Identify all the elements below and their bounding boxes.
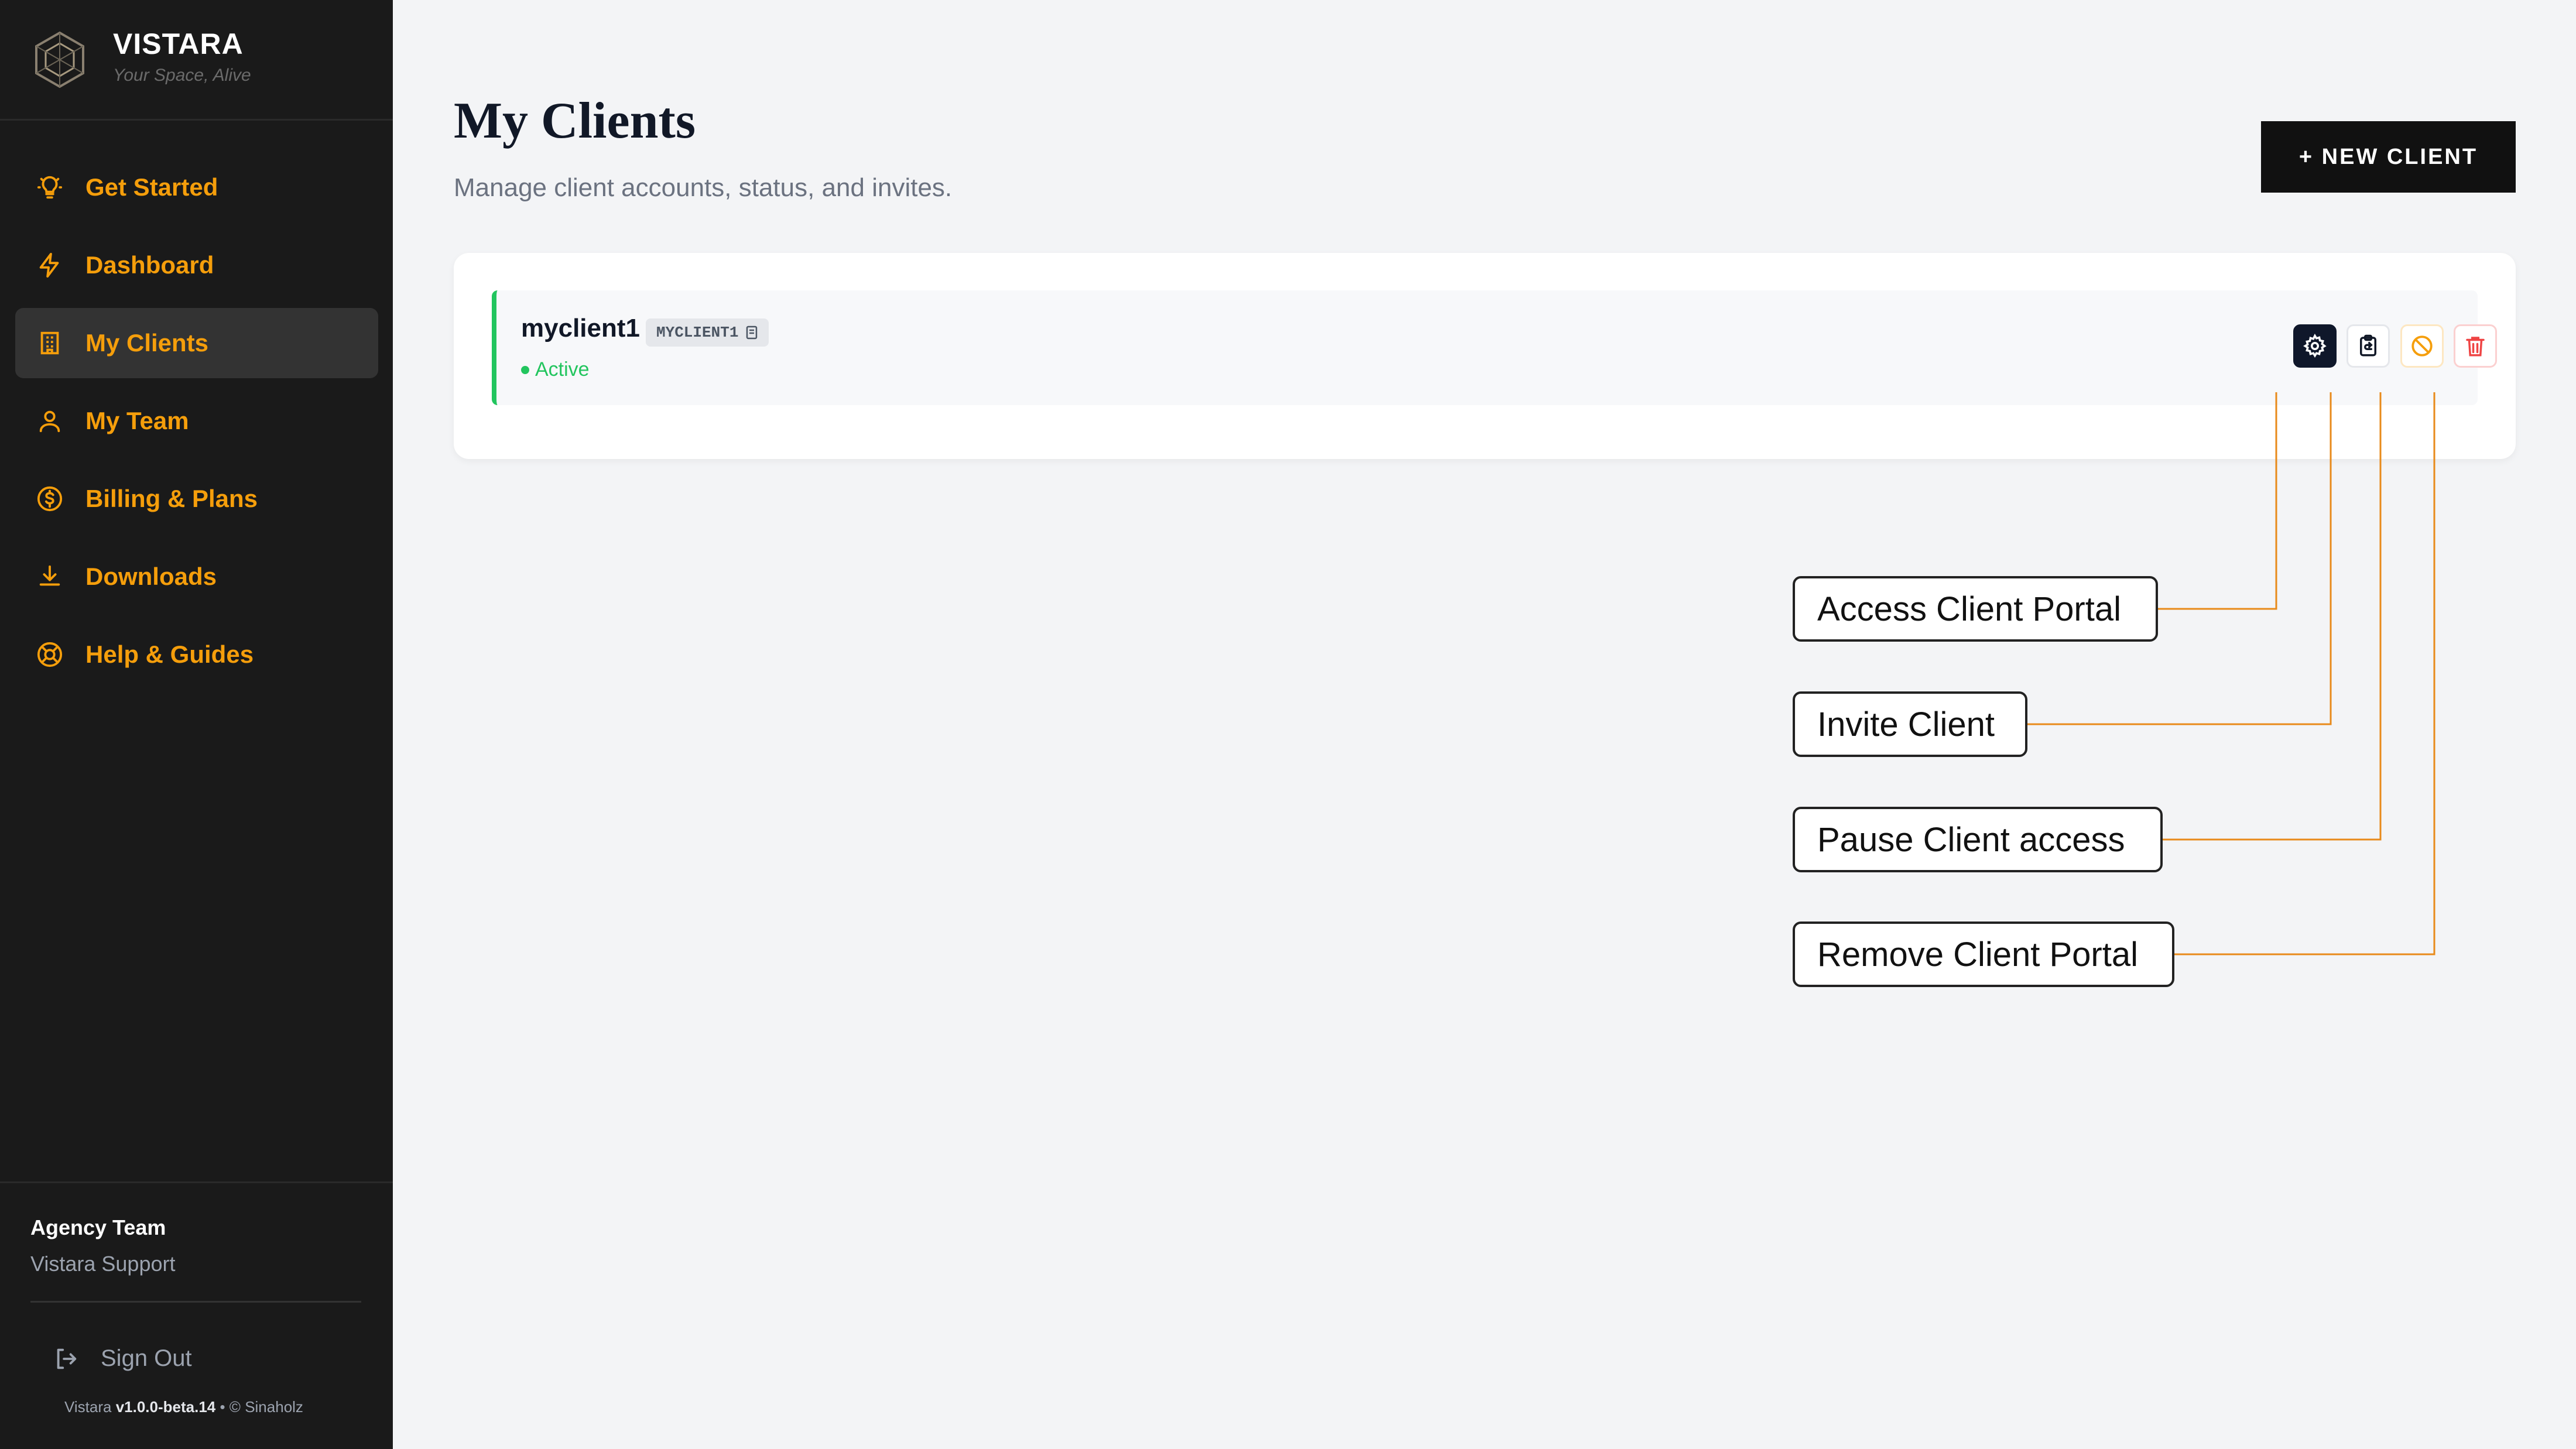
pause-access-button[interactable] (2400, 324, 2444, 368)
sidebar-item-label: Dashboard (85, 251, 214, 279)
brand-header: VISTARA Your Space, Alive (0, 0, 393, 121)
version-suffix: • © Sinaholz (220, 1398, 303, 1416)
status-dot (521, 365, 529, 374)
sidebar-item-get-started[interactable]: Get Started (15, 152, 378, 222)
list-item[interactable]: myclient1 MYCLIENT1 Active (492, 290, 2497, 405)
invite-client-button[interactable] (2347, 324, 2390, 368)
sidebar-nav: Get Started Dashboard My Clients My Team… (15, 152, 378, 697)
sidebar-item-label: Get Started (85, 173, 218, 201)
team-subtitle: Vistara Support (30, 1252, 176, 1276)
callout-pause-access: Pause Client access (1793, 807, 2163, 872)
sidebar-item-my-team[interactable]: My Team (15, 386, 378, 456)
sidebar-item-dashboard[interactable]: Dashboard (15, 230, 378, 300)
users-icon (39, 410, 60, 433)
new-client-button[interactable]: + NEW CLIENT (2261, 121, 2516, 193)
copy-icon (746, 326, 758, 340)
sidebar-item-billing[interactable]: Billing & Plans (15, 464, 378, 534)
lightbulb-icon (37, 176, 63, 199)
sidebar-item-my-clients[interactable]: My Clients (15, 308, 378, 378)
callout-invite-client: Invite Client (1793, 691, 2027, 757)
version-info: Vistara v1.0.0-beta.14 • © Sinaholz (64, 1398, 303, 1416)
trash-icon (2466, 337, 2485, 357)
gear-icon (2303, 334, 2327, 358)
logout-icon (57, 1348, 77, 1369)
brand-name: VISTARA (113, 28, 244, 60)
sidebar: VISTARA Your Space, Alive Get Started Da… (0, 0, 393, 1449)
client-code-badge[interactable]: MYCLIENT1 (646, 318, 769, 347)
sidebar-item-label: My Team (85, 407, 189, 434)
client-code: MYCLIENT1 (656, 324, 739, 341)
status-label: Active (535, 358, 590, 381)
callout-remove-portal: Remove Client Portal (1793, 922, 2174, 987)
clients-card: myclient1 MYCLIENT1 Active (454, 253, 2516, 459)
sidebar-divider (0, 1181, 393, 1183)
download-icon (39, 565, 60, 586)
client-name: myclient1 (521, 314, 640, 342)
callout-access-portal: Access Client Portal (1793, 576, 2158, 642)
sidebar-item-label: Help & Guides (85, 640, 254, 668)
clipboard-icon (2360, 334, 2376, 357)
page-title: My Clients (454, 93, 696, 149)
team-title: Agency Team (30, 1215, 166, 1239)
sidebar-item-label: My Clients (85, 329, 209, 357)
sidebar-divider (30, 1301, 361, 1303)
remove-portal-button[interactable] (2454, 324, 2497, 368)
sidebar-item-help[interactable]: Help & Guides (15, 619, 378, 690)
sidebar-item-downloads[interactable]: Downloads (15, 542, 378, 612)
brand-tagline: Your Space, Alive (113, 66, 251, 85)
sidebar-item-label: Downloads (85, 563, 217, 590)
dollar-circle-icon (37, 486, 63, 512)
logo-icon (35, 31, 84, 88)
status-badge: Active (521, 358, 590, 381)
access-portal-button[interactable] (2293, 324, 2337, 368)
ban-icon (2411, 335, 2433, 357)
lifebuoy-icon (37, 642, 63, 667)
sign-out-button[interactable]: Sign Out (53, 1341, 228, 1376)
version-number: v1.0.0-beta.14 (115, 1398, 216, 1416)
page-subtitle: Manage client accounts, status, and invi… (454, 173, 953, 202)
version-prefix: Vistara (64, 1398, 112, 1416)
sidebar-item-label: Billing & Plans (85, 485, 258, 512)
lightning-icon (39, 252, 59, 278)
sign-out-label: Sign Out (101, 1345, 192, 1371)
building-icon (40, 331, 59, 355)
